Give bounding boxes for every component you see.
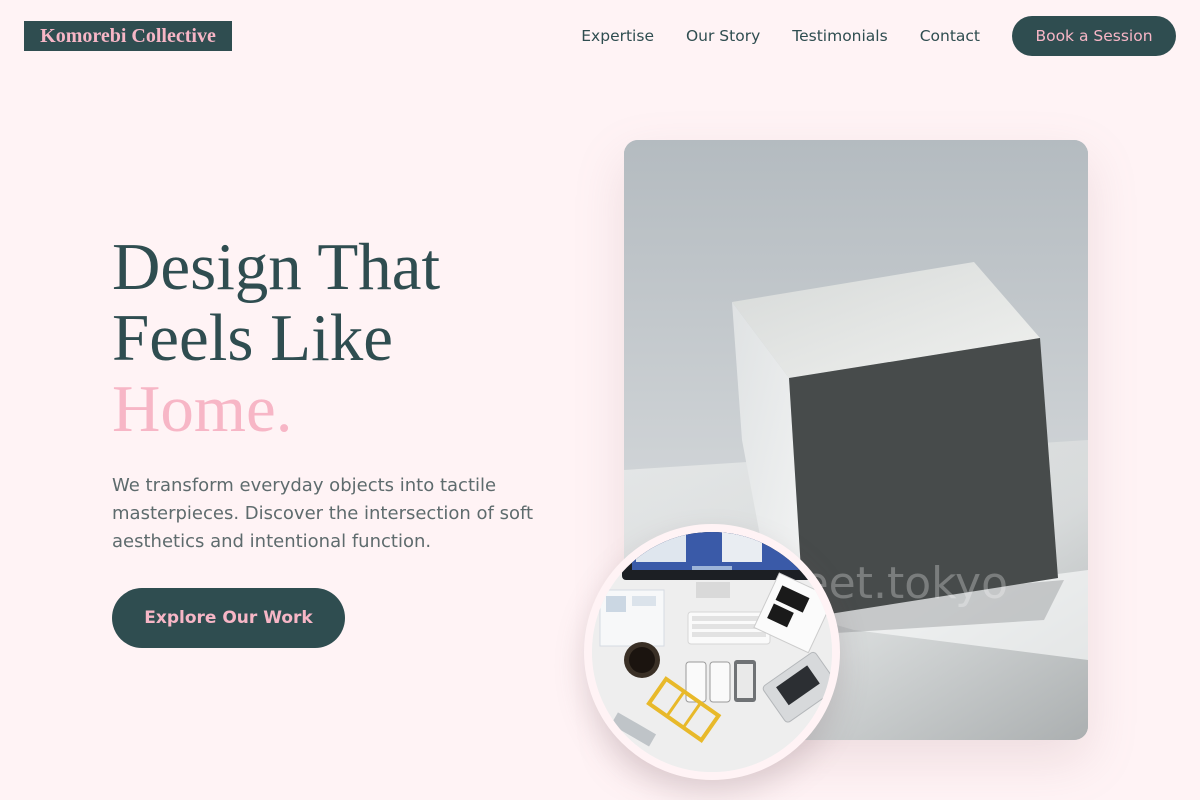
hero-subtext: We transform everyday objects into tacti… (112, 475, 534, 552)
explore-work-button[interactable]: Explore Our Work (112, 588, 345, 648)
workspace-photo (584, 524, 840, 780)
book-session-button[interactable]: Book a Session (1012, 16, 1176, 56)
nav-link-expertise[interactable]: Expertise (581, 27, 654, 45)
main-nav: Expertise Our Story Testimonials Contact… (581, 16, 1176, 56)
brand-logo[interactable]: Komorebi Collective (24, 21, 232, 51)
headline-accent: Home. (112, 372, 293, 446)
headline-line-1: Design That (112, 230, 441, 304)
hero-headline: Design That Feels Like Home. (112, 232, 440, 445)
nav-link-contact[interactable]: Contact (920, 27, 980, 45)
nav-link-our-story[interactable]: Our Story (686, 27, 760, 45)
headline-line-2: Feels Like (112, 301, 393, 375)
desk-illustration (592, 532, 832, 772)
nav-link-testimonials[interactable]: Testimonials (792, 27, 887, 45)
